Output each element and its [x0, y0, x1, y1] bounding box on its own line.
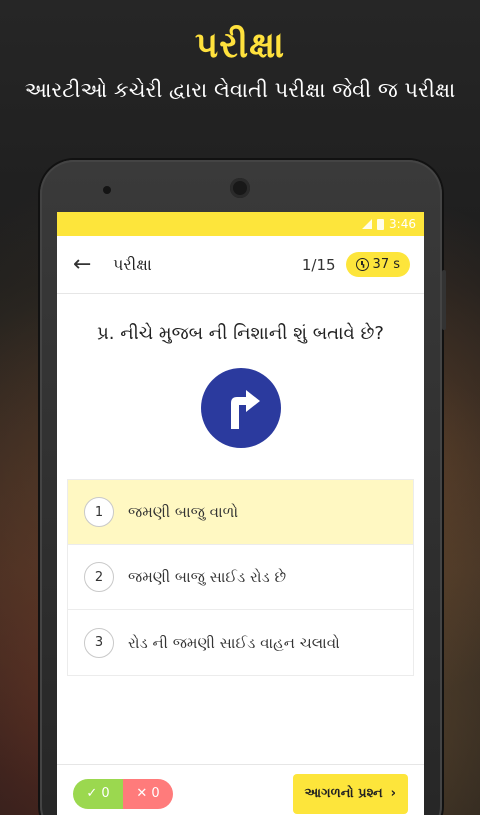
battery-icon — [377, 218, 385, 230]
app-screen: 3:46 ← પરીક્ષા 1/15 37 s પ્ર. નીચે મુજબ … — [57, 212, 424, 815]
question-counter: 1/15 — [301, 255, 336, 274]
sensor-dot — [103, 186, 111, 194]
app-bar: ← પરીક્ષા 1/15 37 s — [57, 236, 424, 294]
app-bar-title: પરીક્ષા — [113, 254, 152, 274]
wrong-count: ✕ 0 — [123, 778, 173, 809]
volume-button — [442, 270, 446, 330]
option-text: જમણી બાજુ સાઈડ રોડ છે — [128, 568, 287, 586]
clock-icon — [355, 258, 369, 271]
score-pill: ✓ 0 ✕ 0 — [73, 778, 173, 809]
question-text: પ્ર. નીચે મુજબ ની નિશાની શું બતાવે છે? — [97, 323, 384, 344]
next-question-button[interactable]: આગળનો પ્રશ્ન › — [292, 773, 408, 814]
promo-title: પરીક્ષા — [194, 25, 286, 66]
option-1[interactable]: 1 જમણી બાજુ વાળો — [68, 480, 413, 545]
timer-value: 37 s — [372, 257, 400, 272]
option-3[interactable]: 3 રોડ ની જમણી સાઈડ વાહન ચલાવો — [68, 610, 413, 675]
option-text: રોડ ની જમણી સાઈડ વાહન ચલાવો — [128, 633, 340, 652]
next-question-label: આગળનો પ્રશ્ન — [304, 786, 383, 801]
cross-icon: ✕ — [136, 786, 148, 801]
correct-count: ✓ 0 — [73, 778, 123, 809]
answer-options: 1 જમણી બાજુ વાળો 2 જમણી બાજુ સાઈડ રોડ છે… — [67, 479, 414, 676]
bottom-bar: ✓ 0 ✕ 0 આગળનો પ્રશ્ન › — [57, 764, 424, 815]
option-number: 3 — [84, 627, 114, 658]
status-bar: 3:46 — [57, 212, 424, 236]
option-text: જમણી બાજુ વાળો — [128, 503, 239, 521]
promo-header: પરીક્ષા આરટીઓ કચેરી દ્વારા લેવાતી પરીક્ષ… — [0, 22, 480, 104]
chevron-right-icon: › — [390, 786, 396, 801]
check-icon: ✓ — [86, 786, 98, 801]
phone-frame: 3:46 ← પરીક્ષા 1/15 37 s પ્ર. નીચે મુજબ … — [40, 160, 446, 815]
sign-image — [57, 367, 424, 449]
wrong-value: 0 — [151, 786, 160, 801]
front-camera — [230, 178, 250, 198]
status-time: 3:46 — [389, 217, 416, 231]
option-2[interactable]: 2 જમણી બાજુ સાઈડ રોડ છે — [68, 545, 413, 610]
timer-badge: 37 s — [345, 252, 410, 277]
back-arrow-icon[interactable]: ← — [73, 252, 103, 277]
turn-right-arrow-icon — [200, 368, 281, 448]
signal-icon — [362, 219, 373, 229]
option-number: 2 — [84, 562, 114, 592]
promo-subtitle: આરટીઓ કચેરી દ્વારા લેવાતી પરીક્ષા જેવી જ… — [24, 78, 456, 102]
correct-value: 0 — [101, 786, 110, 801]
option-number: 1 — [84, 497, 114, 527]
